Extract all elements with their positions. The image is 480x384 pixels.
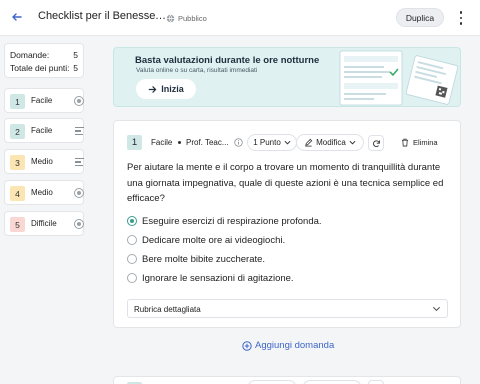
radio-button[interactable] xyxy=(127,273,137,283)
question-nav-item-2[interactable]: 2 Facile xyxy=(4,118,84,143)
visibility-label: Pubblico xyxy=(178,13,207,23)
points-dropdown[interactable] xyxy=(247,380,297,384)
regenerate-button[interactable] xyxy=(368,135,384,151)
question-nav-item-3[interactable]: 3 Medio xyxy=(4,149,84,174)
question-author: Prof. Teac... xyxy=(186,138,229,147)
plus-circle-icon xyxy=(242,340,252,351)
answer-option-label: Dedicare molte ore ai videogiochi. xyxy=(142,234,286,246)
points-dropdown[interactable]: 1 Punto xyxy=(247,134,297,151)
promo-title: Basta valutazioni durante le ore notturn… xyxy=(135,55,320,66)
points-label: 1 Punto xyxy=(253,138,281,147)
lines-icon xyxy=(75,158,84,166)
worksheet-illustration xyxy=(339,50,459,106)
question-difficulty: Facile xyxy=(151,138,173,147)
refresh-icon xyxy=(372,139,380,147)
radio-icon xyxy=(74,219,84,229)
delete-label: Elimina xyxy=(413,138,438,147)
back-arrow-icon[interactable] xyxy=(10,10,24,24)
question-nav-item-4[interactable]: 4 Medio xyxy=(4,180,84,205)
chevron-down-icon xyxy=(349,140,356,145)
pencil-icon xyxy=(305,138,313,147)
chevron-down-icon xyxy=(284,140,291,145)
rubric-dropdown[interactable]: Rubrica dettagliata xyxy=(127,299,448,318)
radio-button[interactable] xyxy=(127,254,137,264)
question-number: 3 xyxy=(10,155,25,170)
answer-option-label: Bere molte bibite zuccherate. xyxy=(142,253,266,265)
delete-button[interactable]: Elimina xyxy=(401,138,438,147)
radio-button-selected[interactable] xyxy=(127,216,137,226)
top-bar: Checklist per il Benessere … Pubblico Du… xyxy=(0,0,480,36)
radio-icon xyxy=(74,188,84,198)
question-difficulty: Medio xyxy=(31,157,53,166)
lines-icon xyxy=(75,127,84,135)
arrow-right-icon xyxy=(148,85,157,93)
edit-label: Modifica xyxy=(316,138,346,147)
chevron-down-icon xyxy=(432,306,441,312)
total-points-value: 5 xyxy=(73,63,78,73)
add-question-button[interactable]: Aggiungi domanda xyxy=(242,339,334,352)
document-title[interactable]: Checklist per il Benessere xyxy=(38,10,156,22)
radio-icon xyxy=(74,96,84,106)
info-icon[interactable] xyxy=(234,138,243,147)
question-card: 1 Facile Prof. Teac... 1 Punto Modifica … xyxy=(113,120,461,328)
globe-icon xyxy=(166,14,175,22)
question-number-badge: 1 xyxy=(127,135,142,150)
answer-option-3[interactable]: Bere molte bibite zuccherate. xyxy=(127,253,265,265)
questions-count-value: 5 xyxy=(73,50,78,60)
start-button-label: Inizia xyxy=(161,84,184,94)
quiz-summary: Domande: 5 Totale dei punti: 5 xyxy=(4,43,84,78)
question-number: 4 xyxy=(10,186,25,201)
duplicate-button[interactable]: Duplica xyxy=(396,8,444,27)
answer-option-label: Eseguire esercizi di respirazione profon… xyxy=(142,215,322,227)
trash-icon xyxy=(401,138,409,147)
answer-option-4[interactable]: Ignorare le sensazioni di agitazione. xyxy=(127,272,294,284)
question-number: 1 xyxy=(10,94,25,109)
separator-dot xyxy=(178,141,181,144)
question-number: 2 xyxy=(10,124,25,139)
answer-option-1[interactable]: Eseguire esercizi di respirazione profon… xyxy=(127,215,322,227)
visibility-status[interactable]: Pubblico xyxy=(166,12,207,24)
add-question-label: Aggiungi domanda xyxy=(255,340,335,351)
edit-dropdown[interactable]: Modifica xyxy=(296,134,364,151)
start-button[interactable]: Inizia xyxy=(136,79,196,99)
question-difficulty: Facile xyxy=(31,126,53,135)
question-difficulty: Facile xyxy=(31,96,53,105)
answer-option-label: Ignorare le sensazioni di agitazione. xyxy=(142,272,294,284)
rubric-label: Rubrica dettagliata xyxy=(134,305,201,314)
question-number: 5 xyxy=(10,217,25,232)
question-nav-item-5[interactable]: 5 Difficile xyxy=(4,211,84,236)
question-text: Per aiutare la mente e il corpo a trovar… xyxy=(127,162,444,204)
question-difficulty: Medio xyxy=(31,188,53,197)
questions-count-label: Domande: xyxy=(10,50,50,60)
radio-button[interactable] xyxy=(127,235,137,245)
document-title-ellipsis: … xyxy=(155,10,166,22)
question-card-next xyxy=(113,376,461,384)
promo-banner: Basta valutazioni durante le ore notturn… xyxy=(113,47,461,107)
regenerate-button[interactable] xyxy=(368,380,384,384)
more-options-icon[interactable] xyxy=(456,10,466,26)
total-points-label: Totale dei punti: xyxy=(10,63,70,73)
question-nav-item-1[interactable]: 1 Facile xyxy=(4,88,84,113)
question-difficulty: Difficile xyxy=(31,219,57,228)
promo-subtitle: Valuta online o su carta, risultati imme… xyxy=(136,67,258,74)
answer-option-2[interactable]: Dedicare molte ore ai videogiochi. xyxy=(127,234,285,246)
edit-dropdown[interactable] xyxy=(302,380,362,384)
